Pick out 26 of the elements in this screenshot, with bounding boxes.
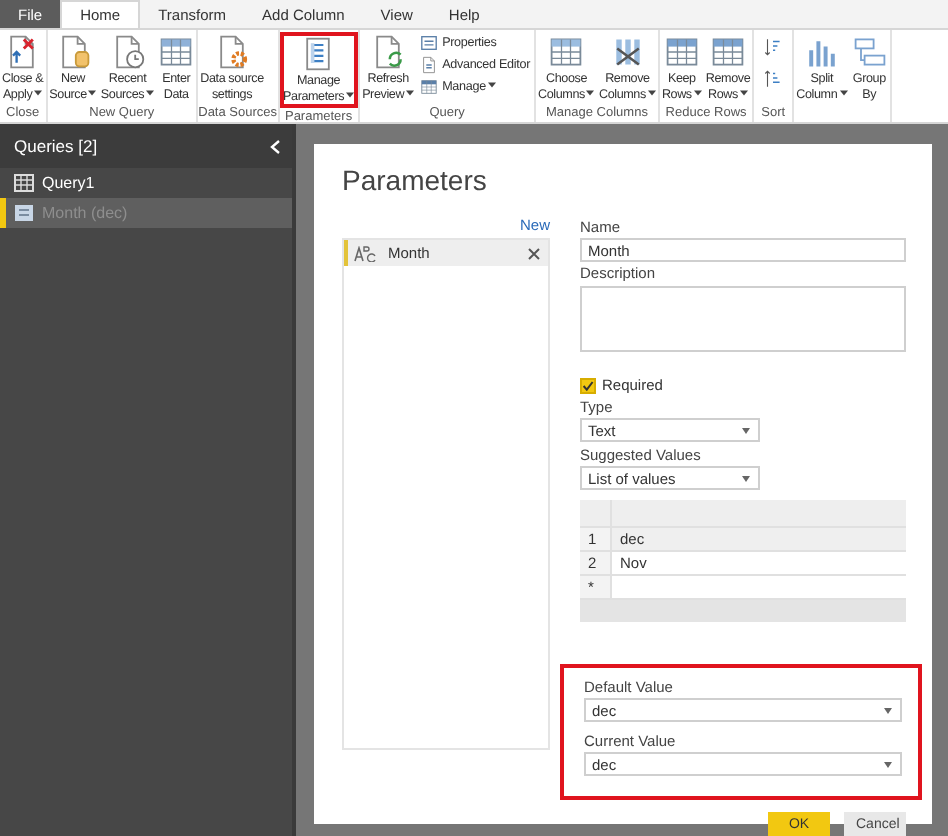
table-icon bbox=[420, 77, 439, 95]
parameter-icon bbox=[14, 204, 34, 222]
group-by-icon bbox=[851, 34, 888, 70]
table-icon bbox=[158, 34, 195, 70]
close-icon[interactable] bbox=[528, 247, 540, 259]
sort-descending-icon bbox=[762, 68, 785, 90]
settings-icon bbox=[214, 34, 250, 70]
table-icon bbox=[14, 174, 34, 192]
sort-ascending-icon bbox=[762, 36, 785, 58]
checkbox[interactable] bbox=[580, 377, 596, 393]
query-item[interactable]: Query1 bbox=[0, 168, 292, 198]
description-field[interactable] bbox=[580, 286, 906, 352]
editor-icon bbox=[420, 55, 439, 73]
text-type-icon bbox=[354, 245, 376, 261]
dropdown-icon bbox=[742, 427, 750, 433]
properties-icon bbox=[420, 33, 439, 51]
rows-icon bbox=[663, 34, 700, 70]
remove-rows-icon bbox=[710, 34, 747, 70]
columns-icon bbox=[548, 34, 585, 70]
dropdown-icon bbox=[884, 707, 892, 713]
refresh-icon bbox=[370, 34, 407, 70]
pane-title: Queries [2] bbox=[14, 136, 98, 156]
collapse-icon[interactable] bbox=[270, 139, 280, 153]
dialog-title: Parameters bbox=[342, 164, 489, 200]
dropdown-icon bbox=[742, 475, 750, 481]
dropdown-icon bbox=[884, 761, 892, 767]
